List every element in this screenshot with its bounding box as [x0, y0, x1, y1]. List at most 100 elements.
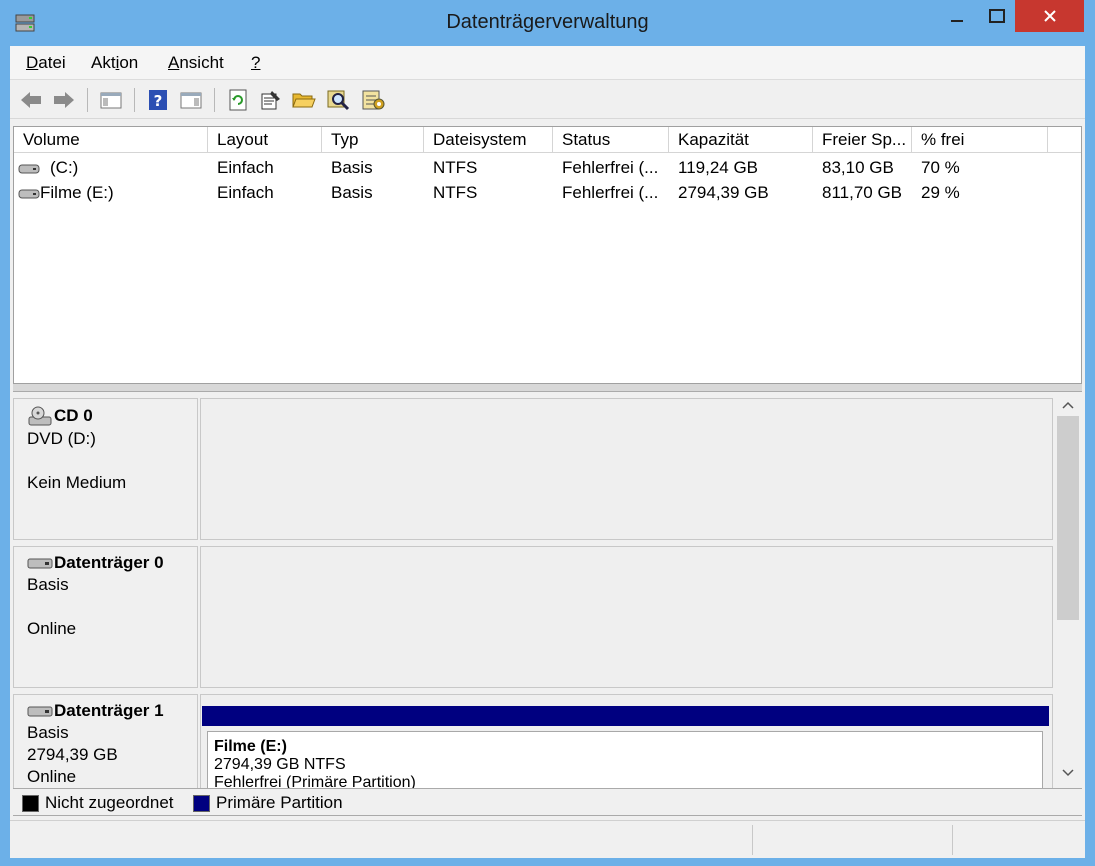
minimize-icon	[951, 20, 963, 22]
kapazitaet-cell: 2794,39 GB	[678, 183, 769, 202]
dateisystem-cell: NTFS	[433, 158, 478, 177]
disk-label-cd0[interactable]: CD 0 DVD (D:) Kein Medium	[13, 398, 198, 540]
disk-type: Basis	[27, 575, 69, 594]
volume-cell: (C:)	[18, 155, 208, 180]
column-header-dateisystem[interactable]: Dateisystem	[424, 127, 553, 153]
column-header-layout[interactable]: Layout	[208, 127, 322, 153]
legend-item-primary: Primäre Partition	[193, 793, 343, 813]
disk-row-0: Datenträger 0 Basis Online	[13, 540, 1053, 688]
status-cell: Fehlerfrei (...	[562, 183, 659, 202]
properties-icon	[261, 91, 280, 110]
menu-datei[interactable]: Datei	[26, 53, 66, 73]
disk-name: CD 0	[54, 406, 93, 425]
show-hide-action-pane-button[interactable]	[178, 87, 204, 113]
column-header-typ[interactable]: Typ	[322, 127, 424, 153]
disk-status: Online	[27, 767, 77, 786]
legend-swatch	[22, 794, 39, 812]
pane-splitter[interactable]	[13, 384, 1082, 392]
disk-size: 2794,39 GB	[27, 745, 118, 764]
drive-icon	[18, 189, 40, 199]
legend-swatch	[193, 794, 210, 812]
arrow-left-icon	[21, 92, 41, 108]
back-button[interactable]	[18, 87, 44, 113]
disk-type: DVD (D:)	[27, 429, 96, 448]
volume-row[interactable]: Filme (E:) Einfach Basis NTFS Fehlerfrei…	[14, 180, 1081, 205]
action-pane-icon	[180, 92, 202, 109]
refresh-button[interactable]	[225, 87, 251, 113]
volume-name: (C:)	[50, 158, 79, 177]
open-button[interactable]	[291, 87, 317, 113]
toolbar-separator	[134, 88, 135, 112]
disk-status: Kein Medium	[27, 473, 127, 492]
kapazitaet-cell: 119,24 GB	[678, 158, 759, 177]
disk-name: Datenträger 1	[54, 701, 164, 720]
disk-map: CD 0 DVD (D:) Kein Medium Datenträger 0 …	[13, 392, 1082, 788]
toolbar-separator	[87, 88, 88, 112]
menu-ansicht[interactable]: Ansicht	[168, 53, 224, 73]
partition-status: Fehlerfrei (Primäre Partition)	[214, 774, 416, 788]
toolbar-separator	[214, 88, 215, 112]
console-tree-icon	[100, 92, 122, 109]
column-header-volume[interactable]: Volume	[14, 127, 208, 153]
close-button[interactable]	[1015, 0, 1084, 32]
help-icon: ?	[149, 90, 167, 110]
volume-name: Filme (E:)	[40, 183, 114, 202]
primary-partition-bar	[202, 706, 1049, 726]
partition-filme[interactable]: Filme (E:) 2794,39 GB NTFS Fehlerfrei (P…	[207, 731, 1043, 788]
menu-aktion[interactable]: Aktion	[91, 53, 138, 73]
maximize-icon	[989, 9, 1005, 23]
menu-hilfe[interactable]: ?	[251, 53, 260, 73]
disk-row-cd0: CD 0 DVD (D:) Kein Medium	[13, 392, 1053, 540]
status-bar	[10, 820, 1085, 858]
maximize-button[interactable]	[979, 0, 1015, 32]
layout-cell: Einfach	[217, 183, 274, 202]
arrow-right-icon	[54, 92, 74, 108]
svg-text:?: ?	[154, 92, 163, 110]
legend-label: Primäre Partition	[216, 793, 343, 812]
disk-body-cd0	[200, 398, 1053, 540]
column-header-prozent-frei[interactable]: % frei	[912, 127, 1048, 153]
window-title: Datenträgerverwaltung	[446, 11, 649, 33]
title-bar[interactable]: Datenträgerverwaltung	[0, 0, 1095, 46]
disk-name: Datenträger 0	[54, 553, 164, 572]
forward-button[interactable]	[51, 87, 77, 113]
column-header-status[interactable]: Status	[553, 127, 669, 153]
prozent-frei-cell: 70 %	[921, 158, 960, 177]
folder-open-icon	[292, 93, 316, 108]
volume-list[interactable]: Volume Layout Typ Dateisystem Status Kap…	[13, 126, 1082, 384]
disk-body-1: Filme (E:) 2794,39 GB NTFS Fehlerfrei (P…	[200, 694, 1053, 788]
scroll-thumb[interactable]	[1057, 416, 1079, 620]
column-header-kapazitaet[interactable]: Kapazität	[669, 127, 813, 153]
disk-row-1: Datenträger 1 Basis 2794,39 GB Online Fi…	[13, 688, 1053, 788]
disk-label-1[interactable]: Datenträger 1 Basis 2794,39 GB Online	[13, 694, 198, 788]
help-button[interactable]: ?	[145, 87, 171, 113]
scroll-down-icon[interactable]	[1054, 764, 1082, 786]
properties-button[interactable]	[258, 87, 284, 113]
close-icon	[1043, 10, 1056, 22]
typ-cell: Basis	[331, 183, 373, 202]
scroll-up-icon[interactable]	[1054, 396, 1082, 418]
status-pane	[952, 825, 1085, 855]
column-header-freier-speicher[interactable]: Freier Sp...	[813, 127, 912, 153]
magnifier-icon	[327, 90, 350, 111]
volume-list-header: Volume Layout Typ Dateisystem Status Kap…	[14, 127, 1081, 153]
settings-button[interactable]	[361, 87, 387, 113]
disk-type: Basis	[27, 723, 69, 742]
explore-button[interactable]	[326, 87, 352, 113]
show-hide-console-tree-button[interactable]	[98, 87, 124, 113]
disk-label-0[interactable]: Datenträger 0 Basis Online	[13, 546, 198, 688]
legend-bar: Nicht zugeordnet Primäre Partition	[13, 788, 1082, 816]
disk-status: Online	[27, 619, 77, 638]
partition-name: Filme (E:)	[214, 738, 287, 755]
minimize-button[interactable]	[935, 0, 979, 32]
disk-icon	[27, 558, 53, 569]
settings-icon	[362, 90, 385, 110]
status-cell: Fehlerfrei (...	[562, 158, 659, 177]
dateisystem-cell: NTFS	[433, 183, 478, 202]
partition-size: 2794,39 GB NTFS	[214, 756, 346, 773]
legend-item-unallocated: Nicht zugeordnet	[22, 793, 174, 813]
menu-bar: Datei Aktion Ansicht ?	[10, 46, 1085, 80]
prozent-frei-cell: 29 %	[921, 183, 960, 202]
vertical-scrollbar[interactable]	[1054, 392, 1082, 788]
volume-row[interactable]: (C:) Einfach Basis NTFS Fehlerfrei (... …	[14, 155, 1081, 180]
